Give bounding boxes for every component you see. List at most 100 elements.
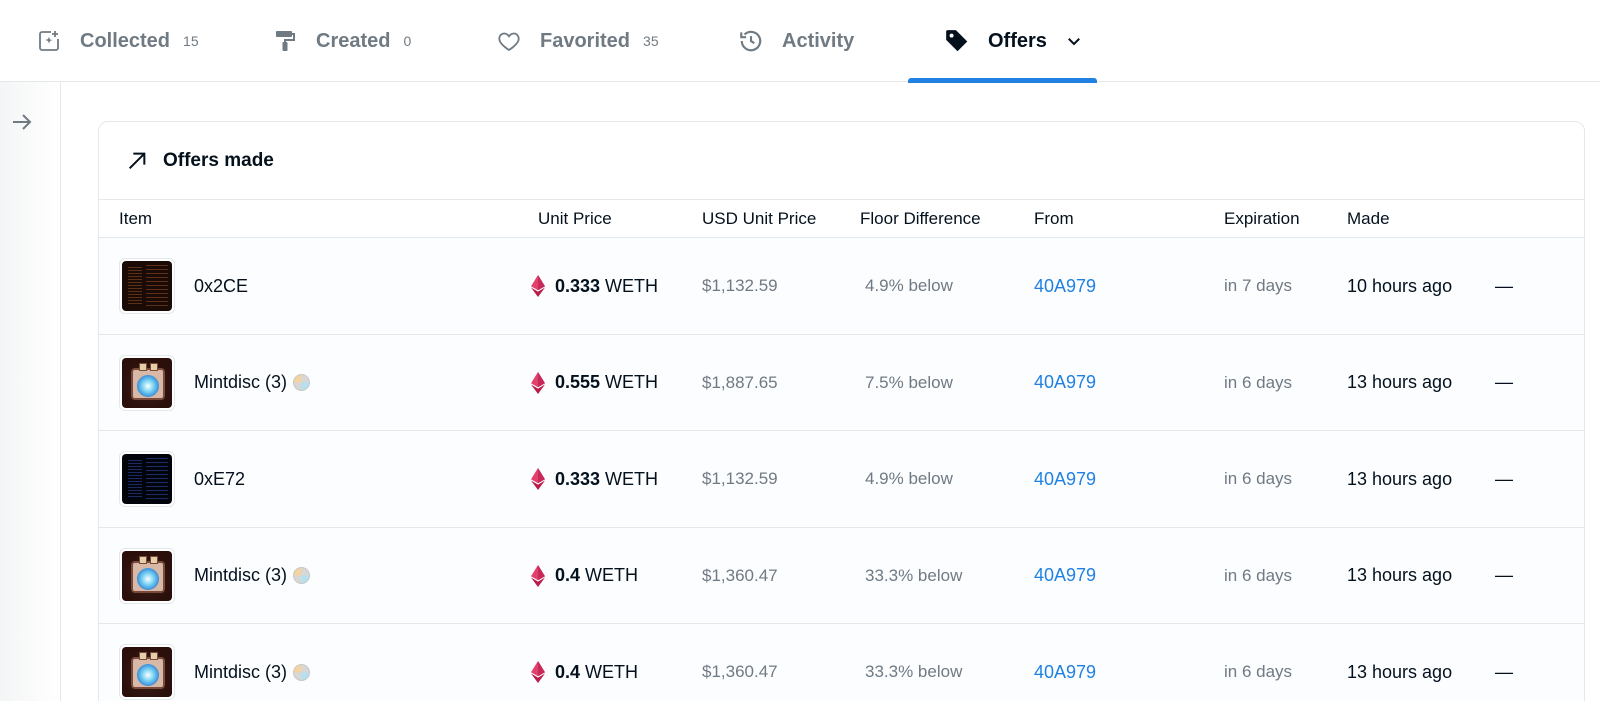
- from-cell: 40A979: [1034, 238, 1096, 334]
- tab-activity[interactable]: Activity: [738, 0, 854, 82]
- from-user-link[interactable]: 40A979: [1034, 372, 1096, 393]
- weth-icon: [531, 275, 545, 297]
- item-cell[interactable]: Mintdisc (3): [119, 335, 311, 431]
- made-cell: 13 hours ago: [1347, 624, 1452, 701]
- price-currency: WETH: [585, 565, 639, 585]
- item-cell[interactable]: Mintdisc (3): [119, 528, 311, 624]
- made-time: 13 hours ago: [1347, 661, 1453, 682]
- disc-badge-icon: [293, 663, 311, 681]
- tab-count: 15: [183, 33, 199, 49]
- item-thumbnail[interactable]: [119, 644, 175, 700]
- unit-price-cell: 0.333 WETH: [531, 431, 658, 527]
- item-thumbnail[interactable]: [119, 258, 175, 314]
- tab-collected[interactable]: Collected 15: [36, 0, 199, 82]
- floor-difference: 4.9% below: [865, 469, 953, 488]
- usd-price-cell: $1,132.59: [702, 431, 778, 527]
- expiration-cell: in 7 days: [1224, 238, 1292, 334]
- usd-price-cell: $1,132.59: [702, 238, 778, 334]
- usd-price-cell: $1,360.47: [702, 528, 778, 624]
- usd-price: $1,132.59: [702, 276, 778, 295]
- tab-label: Offers: [988, 29, 1047, 52]
- history-icon: [738, 28, 764, 54]
- tab-label: Favorited: [540, 29, 631, 52]
- disc-badge-icon: [293, 374, 311, 391]
- row-action[interactable]: —: [1495, 662, 1513, 683]
- from-user-link[interactable]: 40A979: [1034, 276, 1096, 297]
- item-thumbnail[interactable]: [119, 354, 175, 411]
- row-action[interactable]: —: [1495, 372, 1513, 393]
- floor-difference-cell: 7.5% below: [865, 335, 953, 431]
- disc-badge-icon: [293, 567, 311, 584]
- action-cell: —: [1495, 238, 1513, 334]
- arrow-up-right-icon: [125, 149, 149, 173]
- expiration-value: in 7 days: [1224, 276, 1293, 295]
- weth-icon: [531, 468, 545, 490]
- floor-difference: 33.3% below: [865, 662, 963, 681]
- heart-icon: [496, 28, 522, 54]
- item-cell[interactable]: Mintdisc (3): [119, 624, 311, 701]
- action-cell: —: [1495, 528, 1513, 624]
- table-row[interactable]: Mintdisc (3) 0.4 WETH $1,360.47 33.3% below 4…: [99, 527, 1584, 624]
- expiration-value: in 6 days: [1224, 469, 1293, 488]
- unit-price-cell: 0.555 WETH: [531, 335, 658, 431]
- tab-favorited[interactable]: Favorited 35: [496, 0, 659, 82]
- item-name[interactable]: 0xE72: [194, 469, 245, 490]
- usd-price-cell: $1,360.47: [702, 624, 778, 701]
- item-name[interactable]: Mintdisc (3): [194, 372, 287, 393]
- expand-filters-button[interactable]: [8, 108, 36, 136]
- profile-tab-bar: Collected 15 Created 0 Favorited 35 Acti…: [0, 0, 1600, 83]
- made-time: 13 hours ago: [1347, 565, 1453, 585]
- floor-difference-cell: 33.3% below: [865, 528, 962, 624]
- item-cell[interactable]: 0xE72: [119, 431, 245, 527]
- tab-created[interactable]: Created 0: [272, 0, 411, 82]
- row-action[interactable]: —: [1495, 565, 1513, 586]
- from-user-link[interactable]: 40A979: [1034, 469, 1096, 490]
- made-time: 13 hours ago: [1347, 468, 1453, 489]
- action-cell: —: [1495, 624, 1513, 701]
- offers-made-panel: Offers made Item Unit Price USD Unit Pri…: [98, 121, 1585, 701]
- item-name[interactable]: 0x2CE: [194, 276, 248, 297]
- table-row[interactable]: Mintdisc (3) 0.555 WETH $1,887.65 7.5% below…: [99, 334, 1584, 431]
- price-value: 0.333: [555, 275, 601, 296]
- made-time: 10 hours ago: [1347, 275, 1453, 296]
- usd-price: $1,360.47: [702, 565, 778, 585]
- from-user-link[interactable]: 40A979: [1034, 565, 1096, 586]
- usd-price: $1,360.47: [702, 662, 778, 681]
- floor-difference-cell: 4.9% below: [865, 238, 953, 334]
- made-cell: 10 hours ago: [1347, 238, 1452, 334]
- item-name[interactable]: Mintdisc (3): [194, 565, 287, 586]
- floor-difference: 4.9% below: [865, 276, 953, 295]
- table-row[interactable]: Mintdisc (3) 0.4 WETH $1,360.47 33.3% below 4…: [99, 624, 1584, 701]
- action-cell: —: [1495, 431, 1513, 527]
- column-header-expiration: Expiration: [1224, 209, 1300, 228]
- row-action[interactable]: —: [1495, 469, 1513, 490]
- item-thumbnail[interactable]: [119, 451, 175, 507]
- price-value: 0.333: [555, 468, 601, 489]
- tab-label: Activity: [782, 29, 855, 52]
- item-thumbnail[interactable]: [119, 547, 175, 604]
- chevron-down-icon[interactable]: [1063, 30, 1085, 52]
- from-user-link[interactable]: 40A979: [1034, 662, 1096, 683]
- made-time: 13 hours ago: [1347, 372, 1453, 392]
- column-header-made: Made: [1347, 209, 1390, 228]
- item-name[interactable]: Mintdisc (3): [194, 662, 287, 683]
- weth-icon: [531, 661, 545, 683]
- panel-header[interactable]: Offers made: [99, 122, 1584, 200]
- from-cell: 40A979: [1034, 431, 1096, 527]
- row-action[interactable]: —: [1495, 276, 1513, 297]
- tab-label: Created: [316, 29, 391, 52]
- price-value: 0.4: [555, 565, 581, 585]
- made-cell: 13 hours ago: [1347, 528, 1452, 624]
- expiration-cell: in 6 days: [1224, 335, 1292, 431]
- tab-offers[interactable]: Offers: [908, 0, 1097, 83]
- tab-count: 0: [403, 33, 412, 49]
- made-cell: 13 hours ago: [1347, 335, 1452, 431]
- table-row[interactable]: 0xE72 0.333 WETH $1,132.59 4.9% below 40A979 i…: [99, 431, 1584, 528]
- table-row[interactable]: 0x2CE 0.333 WETH $1,132.59 4.9% below 40A979 i…: [99, 238, 1584, 335]
- arrow-right-icon: [10, 110, 34, 134]
- from-cell: 40A979: [1034, 335, 1096, 431]
- paint-roller-icon: [272, 28, 298, 54]
- price-value: 0.555: [555, 372, 601, 392]
- item-cell[interactable]: 0x2CE: [119, 238, 248, 334]
- floor-difference: 7.5% below: [865, 372, 953, 392]
